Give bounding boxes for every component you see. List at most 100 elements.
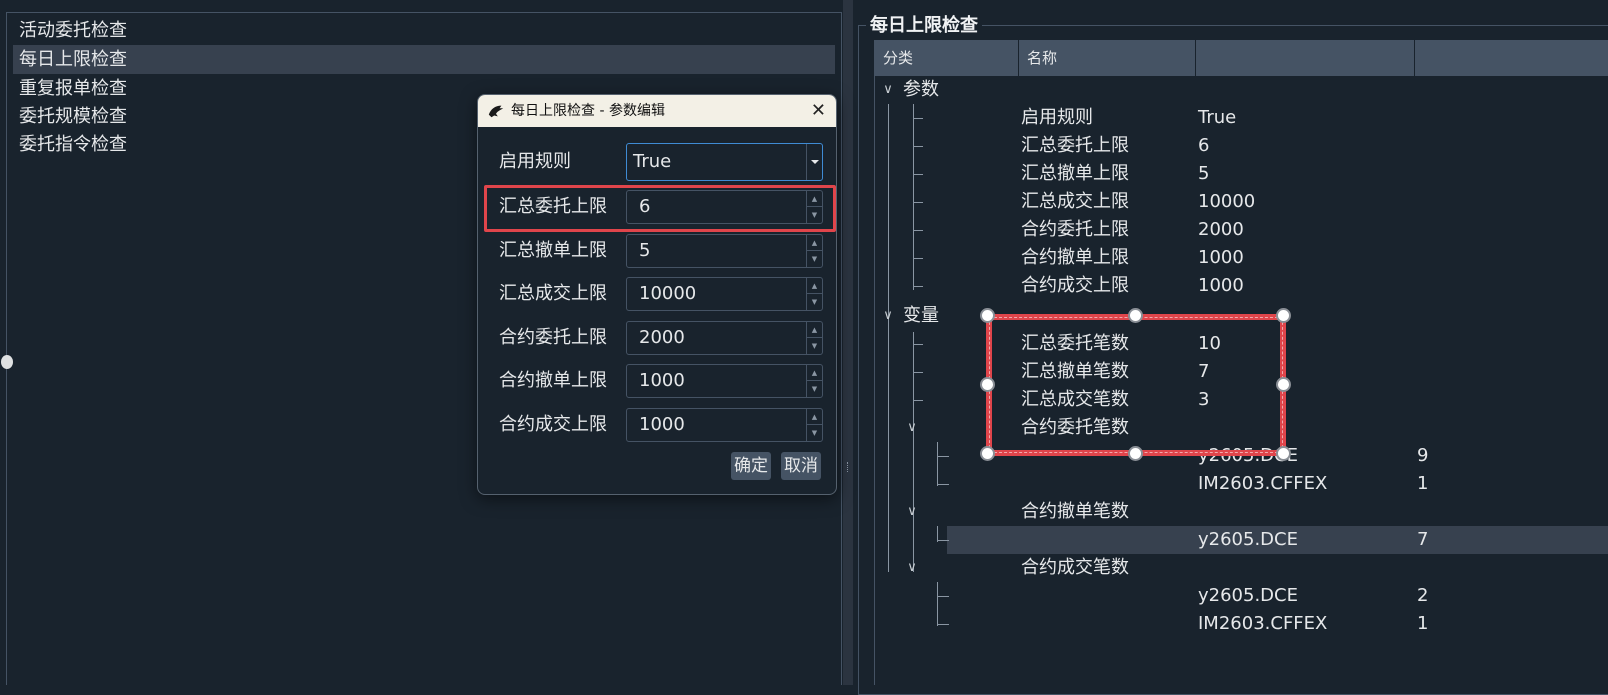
spin-up-icon[interactable]: ▲ [807, 409, 822, 425]
tree-branch [913, 286, 923, 287]
tree-row[interactable]: 合约委托上限 2000 [875, 216, 1608, 244]
field-label: 汇总成交上限 [499, 283, 607, 304]
tree-branch [937, 456, 949, 457]
total-trade-limit-spinbox[interactable]: 10000 ▲ ▼ [626, 277, 823, 311]
field-label: 汇总撤单上限 [499, 240, 607, 261]
spin-down-icon[interactable]: ▼ [807, 338, 822, 354]
rule-item-daily-limit[interactable]: 每日上限检查 [13, 45, 835, 74]
total-cancel-limit-spinbox[interactable]: 5 ▲ ▼ [626, 234, 823, 268]
count-cell: 9 [1417, 445, 1429, 466]
spinbox-buttons: ▲ ▼ [806, 365, 822, 397]
param-value: 10000 [1198, 191, 1256, 212]
field-label: 合约委托上限 [499, 327, 607, 348]
combobox-value: True [633, 151, 672, 172]
chevron-down-icon[interactable]: ∨ [904, 498, 920, 526]
close-icon[interactable]: ✕ [811, 95, 826, 127]
tree-row[interactable]: 汇总成交上限 10000 [875, 188, 1608, 216]
splitter-handle[interactable] [1, 355, 13, 369]
highlight-box-variables[interactable] [986, 314, 1286, 456]
ok-button[interactable]: 确定 [731, 452, 771, 480]
resize-handle[interactable] [1128, 308, 1143, 323]
spin-up-icon[interactable]: ▲ [807, 365, 822, 381]
chevron-down-icon[interactable]: ∨ [880, 76, 896, 104]
param-name: 启用规则 [1021, 107, 1093, 128]
param-name: 汇总成交上限 [1021, 191, 1129, 212]
param-name: 合约成交上限 [1021, 275, 1129, 296]
chevron-down-icon[interactable]: ∨ [880, 302, 896, 330]
tree-branch [913, 258, 923, 259]
spin-down-icon[interactable]: ▼ [807, 381, 822, 397]
resize-handle[interactable] [1128, 446, 1143, 461]
param-edit-dialog: 每日上限检查 - 参数编辑 ✕ 启用规则 True 汇总委托上限 6 ▲ ▼ 汇总… [477, 94, 837, 495]
spin-up-icon[interactable]: ▲ [807, 322, 822, 338]
param-value: 1000 [1198, 275, 1244, 296]
spinbox-value: 10000 [639, 283, 697, 304]
resize-handle[interactable] [1276, 377, 1291, 392]
dialog-title: 每日上限检查 - 参数编辑 [511, 103, 665, 119]
contract-cancel-limit-spinbox[interactable]: 1000 ▲ ▼ [626, 364, 823, 398]
splitter-grip-icon [847, 462, 850, 472]
column-header-category[interactable]: 分类 [875, 40, 1019, 76]
app-logo-icon [488, 105, 504, 118]
resize-handle[interactable] [1276, 308, 1291, 323]
panel-splitter[interactable] [843, 0, 853, 685]
tree-row-group[interactable]: ∨ 合约撤单笔数 [875, 498, 1608, 526]
column-header-name[interactable]: 名称 [1019, 40, 1196, 76]
chevron-down-icon[interactable]: ∨ [904, 554, 920, 582]
field-label: 合约成交上限 [499, 414, 607, 435]
tree-row[interactable]: 合约撤单上限 1000 [875, 244, 1608, 272]
param-value: 1000 [1198, 247, 1244, 268]
tree-row[interactable]: y2605.DCE 2 [875, 582, 1608, 610]
contract-order-limit-spinbox[interactable]: 2000 ▲ ▼ [626, 321, 823, 355]
tree-row[interactable]: 汇总撤单上限 5 [875, 160, 1608, 188]
param-name: 汇总委托上限 [1021, 135, 1129, 156]
spinbox-value: 1000 [639, 414, 685, 435]
rule-item-active-order[interactable]: 活动委托检查 [13, 16, 835, 45]
spin-up-icon[interactable]: ▲ [807, 278, 822, 294]
param-name: 汇总撤单上限 [1021, 163, 1129, 184]
count-cell: 2 [1417, 585, 1429, 606]
spin-down-icon[interactable]: ▼ [807, 294, 822, 310]
tree-branch [913, 230, 923, 231]
symbol-cell: IM2603.CFFEX [1198, 613, 1328, 634]
tree-row[interactable]: IM2603.CFFEX 1 [875, 610, 1608, 638]
param-name: 合约委托上限 [1021, 219, 1129, 240]
column-header-extra[interactable] [1415, 40, 1608, 76]
chevron-down-icon[interactable]: ∨ [904, 414, 920, 442]
column-header-value[interactable] [1196, 40, 1415, 76]
tree-group-label: 变量 [903, 305, 939, 326]
tree-branch [937, 624, 949, 625]
symbol-cell: IM2603.CFFEX [1198, 473, 1328, 494]
param-value: 6 [1198, 135, 1210, 156]
tree-branch [913, 146, 923, 147]
resize-handle[interactable] [980, 446, 995, 461]
tree-row[interactable]: 合约成交上限 1000 [875, 272, 1608, 300]
tree-row[interactable]: 启用规则 True [875, 104, 1608, 132]
highlight-box-field [484, 185, 836, 232]
resize-handle[interactable] [980, 377, 995, 392]
spinbox-value: 1000 [639, 370, 685, 391]
resize-handle[interactable] [1276, 446, 1291, 461]
spin-down-icon[interactable]: ▼ [807, 425, 822, 441]
tree-branch [913, 118, 923, 119]
tree-guide-line [913, 526, 914, 554]
enable-rule-label: 启用规则 [499, 151, 571, 172]
dialog-titlebar[interactable]: 每日上限检查 - 参数编辑 ✕ [478, 95, 836, 127]
tree-branch [913, 400, 923, 401]
param-value: 5 [1198, 163, 1210, 184]
contract-trade-limit-spinbox[interactable]: 1000 ▲ ▼ [626, 408, 823, 442]
tree-branch [937, 484, 949, 485]
resize-handle[interactable] [980, 308, 995, 323]
tree-row-group[interactable]: ∨ 合约成交笔数 [875, 554, 1608, 582]
symbol-cell: y2605.DCE [1198, 585, 1298, 606]
tree-row[interactable]: IM2603.CFFEX 1 [875, 470, 1608, 498]
chevron-down-icon[interactable] [806, 144, 822, 180]
spin-up-icon[interactable]: ▲ [807, 235, 822, 251]
tree-row-params[interactable]: ∨ 参数 [875, 76, 1608, 104]
enable-rule-combobox[interactable]: True [626, 143, 823, 181]
tree-row-selected[interactable]: y2605.DCE 7 [875, 526, 1608, 554]
spinbox-buttons: ▲ ▼ [806, 235, 822, 267]
cancel-button[interactable]: 取消 [781, 452, 821, 480]
tree-row[interactable]: 汇总委托上限 6 [875, 132, 1608, 160]
spin-down-icon[interactable]: ▼ [807, 251, 822, 267]
